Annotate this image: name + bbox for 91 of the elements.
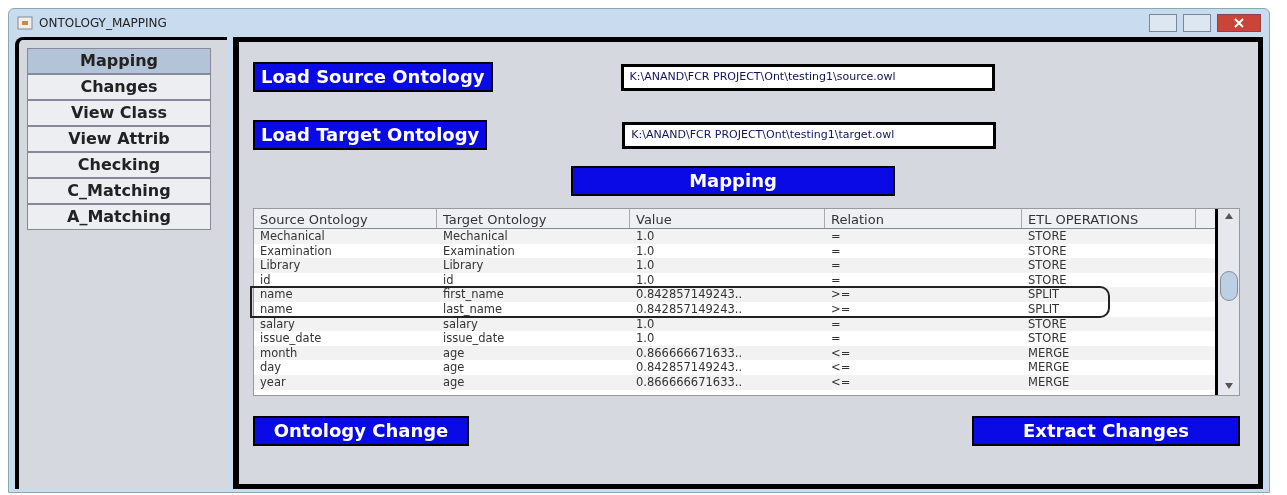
table-cell-text: 1.0 xyxy=(635,229,656,244)
table-cell-text: STORE xyxy=(1027,316,1068,332)
table-cell-text: id xyxy=(442,272,455,288)
table-cell-text: last_name xyxy=(442,301,504,317)
table-cell-text: 0.866666671633.. xyxy=(635,345,744,361)
table-cell-text: day xyxy=(259,360,283,375)
scroll-down-icon[interactable] xyxy=(1224,383,1233,389)
path-field[interactable]: K:\ANAND\FCR PROJECT\Ont\testing1\target.owl xyxy=(622,121,997,149)
load-target-button[interactable]: Load Target Ontology xyxy=(253,120,488,150)
table-cell-text: STORE xyxy=(1027,258,1068,273)
load-source-button[interactable]: Load Source Ontology xyxy=(253,62,493,92)
table-cell-text: 0.842857149243.. xyxy=(635,287,744,302)
table-cell-text: = xyxy=(830,331,842,346)
table-cell-text: 1.0 xyxy=(635,258,656,273)
table-cell-text: 0.842857149243.. xyxy=(635,301,744,317)
table-cell-text: = xyxy=(830,272,842,288)
table-cell-text: MERGE xyxy=(1027,345,1071,361)
tab[interactable]: View Class xyxy=(27,100,211,126)
table-cell-text: Examination xyxy=(259,243,333,259)
table-cell-text: Library xyxy=(259,258,302,273)
table-cell-text: 0.866666671633.. xyxy=(635,374,744,390)
column-header[interactable]: Relation xyxy=(825,209,1022,228)
tab[interactable]: Mapping xyxy=(27,48,211,74)
table-cell-text: >= xyxy=(830,301,852,317)
table-cell-text: <= xyxy=(830,360,852,375)
maximize-button[interactable] xyxy=(1183,14,1211,32)
tab[interactable]: View Attrib xyxy=(27,126,211,152)
table-cell-text: STORE xyxy=(1027,272,1068,288)
column-header[interactable]: Target Ontology xyxy=(437,209,630,228)
table-cell-text: age xyxy=(442,360,466,375)
scrollbar[interactable] xyxy=(1215,209,1239,395)
table-row[interactable]: Library Library 1.0 = STORE xyxy=(254,258,1215,273)
column-header[interactable]: Value xyxy=(630,209,825,228)
table-cell-text: <= xyxy=(830,345,852,361)
tab[interactable]: Checking xyxy=(27,152,211,178)
scroll-thumb[interactable] xyxy=(1220,271,1238,301)
table-row[interactable]: year age 0.866666671633.. <= MERGE xyxy=(254,374,1215,390)
table-cell-text: MERGE xyxy=(1027,374,1071,390)
table-cell-text: issue_date xyxy=(442,331,506,346)
table-cell-text: = xyxy=(830,243,842,259)
close-button[interactable] xyxy=(1217,14,1261,32)
table-cell-text: = xyxy=(830,258,842,273)
table-cell-text: STORE xyxy=(1027,331,1068,346)
table-cell-text: month xyxy=(259,345,299,361)
tab[interactable]: Changes xyxy=(27,74,211,100)
table-cell-text: STORE xyxy=(1027,229,1068,244)
table-cell-text: salary xyxy=(442,316,479,332)
table-cell-text: Examination xyxy=(442,243,516,259)
table-cell-text: 0.842857149243.. xyxy=(635,360,744,375)
table-cell-text: year xyxy=(259,374,287,390)
table-row[interactable]: month age 0.866666671633.. <= MERGE xyxy=(254,345,1215,361)
path-field[interactable]: K:\ANAND\FCR PROJECT\Ont\testing1\source.owl xyxy=(620,63,995,91)
table-cell-text: issue_date xyxy=(259,331,323,346)
table-cell-text: salary xyxy=(259,316,296,332)
table-cell-text: 1.0 xyxy=(635,331,656,346)
table-cell-text: Library xyxy=(442,258,485,273)
close-icon xyxy=(1234,18,1244,28)
window-title: ONTOLOGY_MAPPING xyxy=(39,15,167,32)
minimize-button[interactable] xyxy=(1149,14,1177,32)
table-cell-text: id xyxy=(259,272,272,288)
table-row[interactable]: Examination Examination 1.0 = STORE xyxy=(254,243,1215,259)
table-cell-text: name xyxy=(259,287,294,302)
table-cell-text: = xyxy=(830,316,842,332)
table-cell-text: Mechanical xyxy=(442,229,509,244)
scroll-up-icon[interactable] xyxy=(1224,212,1233,219)
table-row[interactable]: id id 1.0 = STORE xyxy=(254,272,1215,288)
table-cell-text: age xyxy=(442,374,466,390)
table-row[interactable]: day age 0.842857149243.. <= MERGE xyxy=(254,360,1215,375)
table-cell-text: name xyxy=(259,301,294,317)
table-row[interactable]: issue_date issue_date 1.0 = STORE xyxy=(254,331,1215,346)
column-header[interactable]: Source Ontology xyxy=(254,209,437,228)
table-cell-text: 1.0 xyxy=(635,243,656,259)
table-cell-text: STORE xyxy=(1027,243,1068,259)
tab[interactable]: C_Matching xyxy=(27,178,211,204)
table-cell-text: MERGE xyxy=(1027,360,1071,375)
table-cell-text: >= xyxy=(830,287,852,302)
column-header[interactable]: ETL OPERATIONS xyxy=(1022,209,1196,228)
table-cell-text: SPLIT xyxy=(1027,287,1061,302)
mapping-button[interactable]: Mapping xyxy=(571,166,895,196)
table-cell-text: 1.0 xyxy=(635,316,656,332)
table-cell-text: Mechanical xyxy=(259,229,326,244)
table-cell-text: first_name xyxy=(442,287,505,302)
tab[interactable]: A_Matching xyxy=(27,204,211,230)
table-cell-text: = xyxy=(830,229,842,244)
extract-changes-button[interactable]: Extract Changes xyxy=(972,416,1240,446)
table-cell-text: <= xyxy=(830,374,852,390)
table-cell-text: SPLIT xyxy=(1027,301,1061,317)
table-cell-text: age xyxy=(442,345,466,361)
table-row[interactable]: Mechanical Mechanical 1.0 = STORE xyxy=(254,229,1215,244)
table-cell-text: 1.0 xyxy=(635,272,656,288)
ontology-change-button[interactable]: Ontology Change xyxy=(253,416,469,446)
